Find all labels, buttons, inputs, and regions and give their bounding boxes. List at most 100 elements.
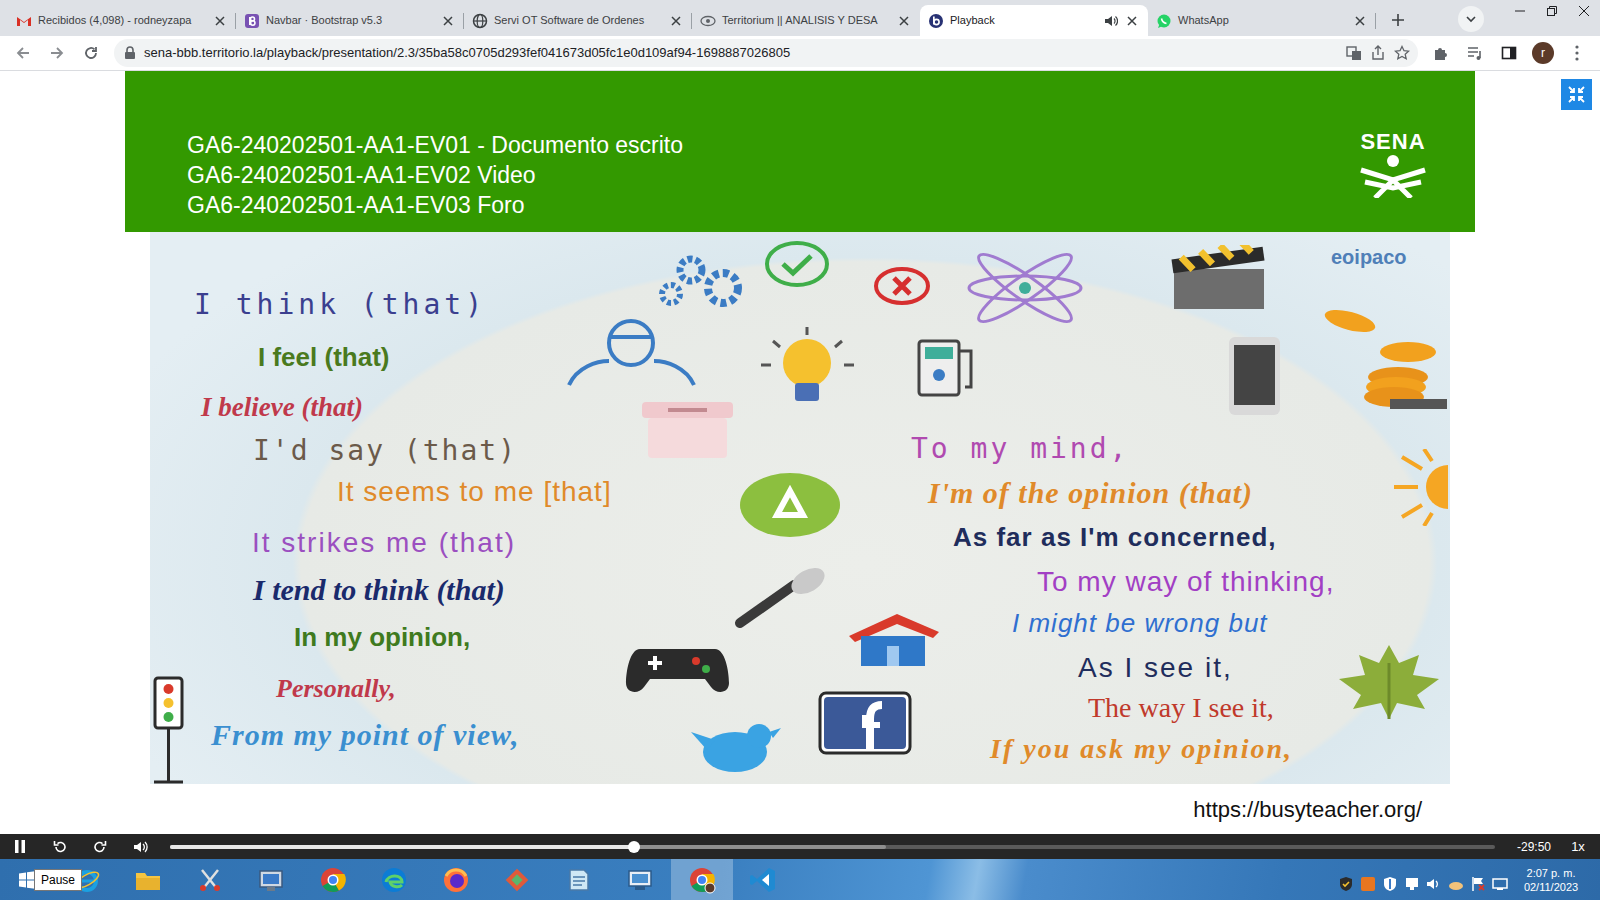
taskbar-app[interactable] <box>118 859 180 900</box>
taskbar-app[interactable] <box>733 859 795 900</box>
progress-track[interactable] <box>170 845 1495 849</box>
remaining-time: -29:50 <box>1495 838 1556 856</box>
antivirus-icon[interactable] <box>1338 872 1354 888</box>
back-button[interactable] <box>8 38 38 68</box>
close-tab-icon[interactable] <box>212 13 228 29</box>
speed-button[interactable]: 1x <box>1556 837 1600 857</box>
media-button[interactable] <box>1460 38 1490 68</box>
forward-button[interactable] <box>42 38 72 68</box>
reload-button[interactable] <box>76 38 106 68</box>
facebook-icon <box>816 691 914 755</box>
close-tab-icon[interactable] <box>896 13 912 29</box>
taskbar-app[interactable] <box>241 859 303 900</box>
browser-tab[interactable]: Playback <box>920 5 1148 36</box>
address-bar: sena-bbb.territorio.la/playback/presenta… <box>0 36 1600 71</box>
taskbar: 2:07 p. m. 02/11/2023 <box>0 859 1600 900</box>
star-icon[interactable] <box>1394 45 1410 61</box>
close-tab-icon[interactable] <box>668 13 684 29</box>
cloud-icon[interactable] <box>1448 872 1464 888</box>
watermark: eoipaco <box>1331 242 1407 272</box>
taskbar-app[interactable] <box>671 859 733 900</box>
taskbar-app[interactable] <box>548 859 610 900</box>
clock-time: 2:07 p. m. <box>1516 866 1586 880</box>
reload-icon <box>83 45 99 61</box>
opinion-phrase: I feel (that) <box>258 343 389 373</box>
speaker-icon <box>133 840 148 854</box>
fast-forward-icon <box>93 840 107 854</box>
tab-label: Recibidos (4,098) - rodneyzapa <box>38 12 206 29</box>
forward-button[interactable] <box>80 834 120 859</box>
profile-avatar[interactable]: r <box>1532 42 1554 64</box>
close-tab-icon[interactable] <box>1352 13 1368 29</box>
close-tab-icon[interactable] <box>440 13 456 29</box>
taskbar-app[interactable] <box>302 859 364 900</box>
network-icon[interactable] <box>1404 872 1420 888</box>
exit-fullscreen-button[interactable] <box>1561 79 1592 110</box>
menu-button[interactable] <box>1562 38 1592 68</box>
light-bulb-icon <box>753 325 862 409</box>
volume-button[interactable] <box>120 834 160 859</box>
taskbar-app[interactable] <box>610 859 672 900</box>
slide-heading: GA6-240202501-AA1-EV01 - Documento escri… <box>187 130 683 232</box>
tab-label: Territorium || ANALISIS Y DESA <box>722 12 890 29</box>
taskbar-app[interactable] <box>179 859 241 900</box>
exit-fullscreen-icon <box>1568 86 1585 103</box>
taskbar-app[interactable] <box>364 859 426 900</box>
volume-icon[interactable] <box>1426 872 1442 888</box>
sun-icon <box>1392 449 1448 526</box>
presentation-slide: GA6-240202501-AA1-EV01 - Documento escri… <box>125 71 1475 834</box>
opinion-phrase: I believe (that) <box>201 392 363 423</box>
opinion-phrase: If you ask my opinion, <box>990 733 1293 765</box>
media-control-icon <box>1467 45 1483 61</box>
kebab-icon <box>1575 45 1579 61</box>
browser-tab[interactable]: Navbar · Bootstrap v5.3 <box>236 5 464 36</box>
progress-thumb[interactable] <box>628 841 640 853</box>
arrow-left-icon <box>15 45 31 61</box>
share-icon[interactable] <box>1370 45 1386 61</box>
cancel-icon <box>873 266 931 306</box>
browser-tab[interactable]: WhatsApp <box>1148 5 1376 36</box>
chrome-icon <box>319 866 347 894</box>
browser-tab[interactable]: Recibidos (4,098) - rodneyzapa <box>8 5 236 36</box>
git-icon <box>503 866 531 894</box>
minimize-button[interactable] <box>1504 0 1536 22</box>
player-controls: -29:50 1x <box>0 834 1600 859</box>
omnibox[interactable]: sena-bbb.territorio.la/playback/presenta… <box>114 39 1418 67</box>
url-text[interactable]: sena-bbb.territorio.la/playback/presenta… <box>144 43 1338 63</box>
side-panel-button[interactable] <box>1494 38 1524 68</box>
display-icon[interactable] <box>1492 872 1508 888</box>
clock-date: 02/11/2023 <box>1516 880 1586 894</box>
shield-icon[interactable] <box>1382 872 1398 888</box>
microphone-icon <box>732 567 831 628</box>
close-tab-icon[interactable] <box>1124 13 1140 29</box>
taskbar-app[interactable] <box>487 859 549 900</box>
speaker-icon[interactable] <box>1104 14 1118 28</box>
tab-label: Navbar · Bootstrap v5.3 <box>266 12 434 29</box>
heading-line: GA6-240202501-AA1-EV01 - Documento escri… <box>187 130 683 160</box>
browser-tab[interactable]: Servi OT Software de Ordenes <box>464 5 692 36</box>
new-tab-button[interactable] <box>1384 6 1412 34</box>
opinion-phrase: As I see it, <box>1078 652 1233 684</box>
browser-tab[interactable]: Territorium || ANALISIS Y DESA <box>692 5 920 36</box>
edge-icon <box>380 866 408 894</box>
sena-figure-icon <box>1353 154 1433 198</box>
flag-icon[interactable] <box>1470 872 1486 888</box>
play-pause-button[interactable] <box>0 834 40 859</box>
opinion-phrase: From my point of view, <box>211 718 519 753</box>
taskbar-app[interactable] <box>425 859 487 900</box>
gmail-icon <box>16 13 32 29</box>
app-tray-icon[interactable] <box>1360 872 1376 888</box>
opinion-phrase: To my mind, <box>911 433 1129 465</box>
globe-icon <box>472 13 488 29</box>
rewind-button[interactable] <box>40 834 80 859</box>
tab-search-button[interactable] <box>1458 6 1484 32</box>
restore-button[interactable] <box>1536 0 1568 22</box>
firefox-icon <box>442 866 470 894</box>
whatsapp-icon <box>1156 13 1172 29</box>
clock[interactable]: 2:07 p. m. 02/11/2023 <box>1516 866 1586 894</box>
close-window-button[interactable] <box>1568 0 1600 22</box>
translate-icon[interactable] <box>1346 45 1362 61</box>
extensions-button[interactable] <box>1426 38 1456 68</box>
profile-button[interactable]: r <box>1528 38 1558 68</box>
gears-icon <box>653 250 753 310</box>
